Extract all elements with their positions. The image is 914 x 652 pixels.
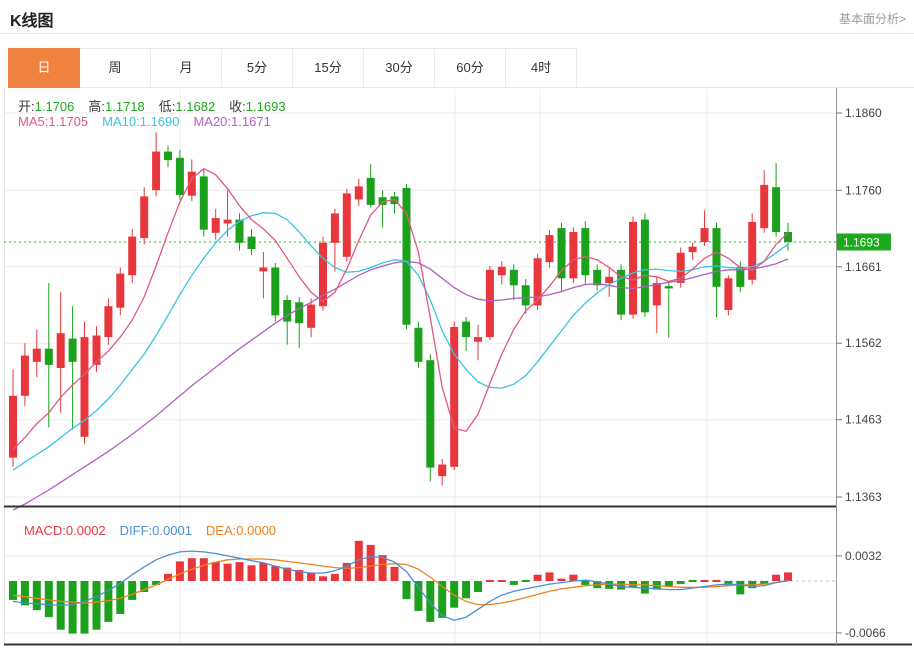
ma-legend: MA5:1.1705 MA10:1.1690 MA20:1.1671 — [18, 114, 285, 129]
tab-周[interactable]: 周 — [80, 48, 151, 88]
legend-label: 高: — [88, 99, 105, 114]
svg-text:1.1661: 1.1661 — [845, 260, 882, 274]
macd-axis-labels: 0.0032 -0.0066 — [836, 549, 886, 640]
legend-item: MA5:1.1705 — [18, 114, 88, 129]
period-tabbar: 日周月5分15分30分60分4时 — [8, 48, 577, 88]
svg-text:1.1693: 1.1693 — [843, 236, 880, 250]
fundamental-analysis-link[interactable]: 基本面分析> — [839, 10, 906, 27]
tab-30分[interactable]: 30分 — [364, 48, 435, 88]
svg-text:1.1860: 1.1860 — [845, 106, 882, 120]
svg-text:1.1562: 1.1562 — [845, 336, 882, 350]
price-axis-labels: 1.1860 1.1760 1.1661 1.1562 1.1463 1.1363 — [836, 106, 882, 504]
legend-value: 1.1682 — [175, 99, 215, 114]
legend-value: 1.1718 — [105, 99, 145, 114]
legend-value: 1.1693 — [246, 99, 286, 114]
tab-15分[interactable]: 15分 — [293, 48, 364, 88]
candles-layer — [9, 132, 792, 485]
legend-item: DEA:0.0000 — [206, 523, 276, 538]
legend-label: 低: — [159, 99, 176, 114]
svg-text:-0.0066: -0.0066 — [845, 626, 886, 640]
legend-item: 开:1.1706 — [18, 99, 74, 114]
ma5-line — [13, 169, 788, 450]
legend-label: DIFF: — [120, 523, 153, 538]
svg-text:0.0032: 0.0032 — [845, 549, 882, 563]
svg-text:1.1463: 1.1463 — [845, 413, 882, 427]
legend-label: MACD: — [24, 523, 66, 538]
legend-value: 1.1705 — [48, 114, 88, 129]
legend-item: 收:1.1693 — [229, 99, 285, 114]
kline-page: 1.1860 1.1760 1.1661 1.1562 1.1463 1.1363 0.00… — [0, 0, 914, 647]
tab-月[interactable]: 月 — [151, 48, 222, 88]
legend-item: MACD:0.0002 — [24, 523, 106, 538]
legend-item: MA10:1.1690 — [102, 114, 179, 129]
legend-value: 1.1706 — [35, 99, 75, 114]
legend-label: MA20: — [193, 114, 231, 129]
legend-value: 1.1671 — [231, 114, 271, 129]
legend-label: MA5: — [18, 114, 48, 129]
macd-legend: MACD:0.0002 DIFF:0.0001 DEA:0.0000 — [24, 523, 290, 538]
legend-value: 1.1690 — [140, 114, 180, 129]
legend-value: 0.0000 — [236, 523, 276, 538]
legend-label: 开: — [18, 99, 35, 114]
page-title: K线图 — [10, 7, 54, 31]
ohlc-legend: 开:1.1706 高:1.1718 低:1.1682 收:1.1693 — [18, 96, 300, 115]
legend-item: 低:1.1682 — [159, 99, 215, 114]
legend-item: MA20:1.1671 — [193, 114, 270, 129]
svg-text:1.1760: 1.1760 — [845, 183, 882, 197]
ma20-line — [13, 259, 788, 510]
gridlines — [4, 88, 836, 645]
tab-60分[interactable]: 60分 — [435, 48, 506, 88]
svg-text:1.1363: 1.1363 — [845, 490, 882, 504]
legend-value: 0.0001 — [152, 523, 192, 538]
legend-label: MA10: — [102, 114, 140, 129]
tab-日[interactable]: 日 — [8, 48, 80, 88]
legend-item: DIFF:0.0001 — [120, 523, 192, 538]
legend-label: DEA: — [206, 523, 236, 538]
legend-value: 0.0002 — [66, 523, 106, 538]
current-price-badge: 1.1693 — [837, 234, 891, 251]
header-divider — [0, 33, 914, 34]
legend-label: 收: — [229, 99, 246, 114]
tab-5分[interactable]: 5分 — [222, 48, 293, 88]
legend-item: 高:1.1718 — [88, 99, 144, 114]
tab-4时[interactable]: 4时 — [506, 48, 577, 88]
